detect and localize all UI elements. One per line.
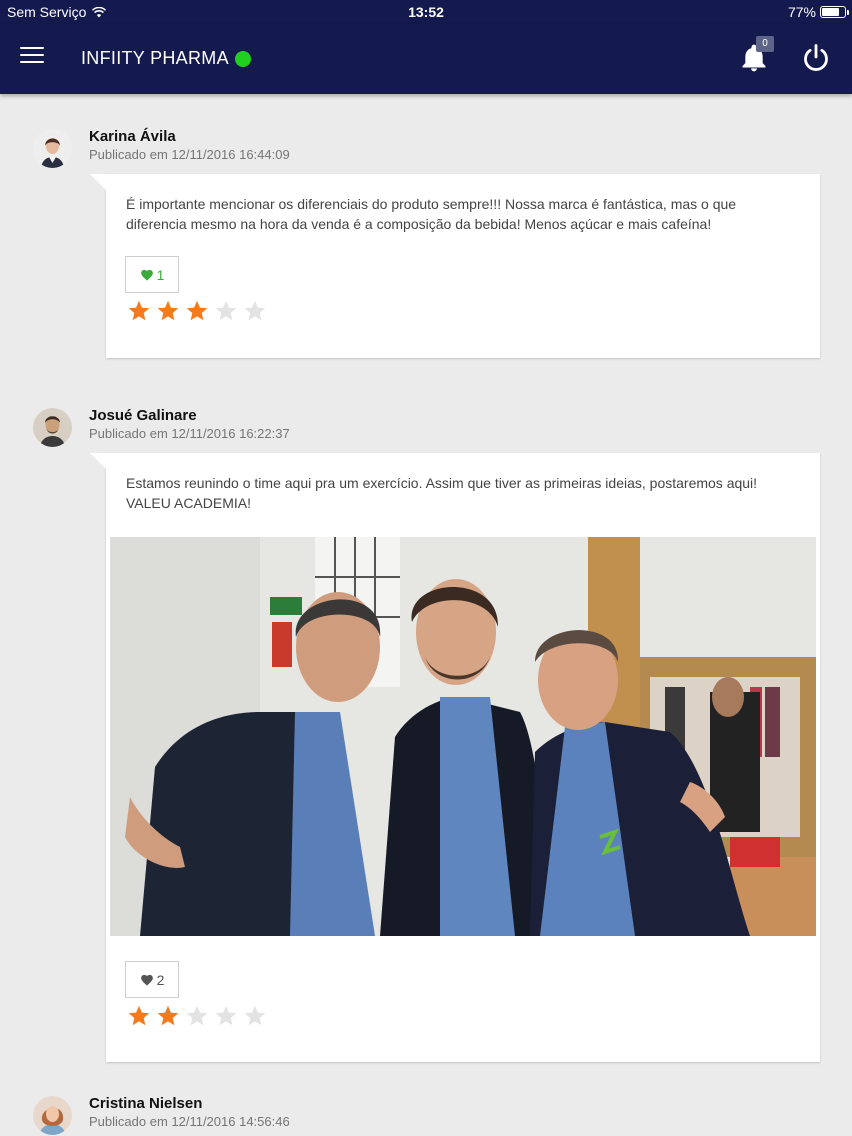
post-author[interactable]: Karina Ávila [89, 127, 290, 147]
battery-indicator: 77% [787, 4, 849, 20]
hamburger-menu-icon[interactable] [20, 47, 44, 67]
post-author[interactable]: Cristina Nielsen [89, 1094, 290, 1114]
star-filled-icon[interactable] [156, 299, 180, 323]
star-rating[interactable] [127, 299, 267, 323]
avatar[interactable] [33, 1096, 72, 1135]
avatar[interactable] [33, 408, 72, 447]
star-empty-icon[interactable] [214, 1004, 238, 1028]
post-card: É importante mencionar os diferenciais d… [90, 174, 820, 358]
post-author[interactable]: Josué Galinare [89, 406, 290, 426]
app-title-label: INFIITY PHARMA [81, 48, 229, 68]
avatar-image [33, 1096, 72, 1135]
star-filled-icon[interactable] [127, 1004, 151, 1028]
star-rating[interactable] [127, 1004, 267, 1028]
notifications-count-badge: 0 [756, 36, 774, 52]
like-button[interactable]: 2 [125, 961, 179, 998]
post-header: Karina Ávila Publicado em 12/11/2016 16:… [33, 127, 290, 168]
status-time: 13:52 [408, 4, 444, 20]
star-empty-icon[interactable] [243, 299, 267, 323]
star-filled-icon[interactable] [127, 299, 151, 323]
post-timestamp: Publicado em 12/11/2016 16:22:37 [89, 426, 290, 441]
avatar[interactable] [33, 129, 72, 168]
star-filled-icon[interactable] [185, 299, 209, 323]
status-bar: Sem Serviço 13:52 77% [0, 0, 852, 24]
battery-percentage: 77% [787, 4, 816, 20]
post-header: Josué Galinare Publicado em 12/11/2016 1… [33, 406, 290, 447]
post-timestamp: Publicado em 12/11/2016 14:56:46 [89, 1114, 290, 1129]
like-count: 2 [156, 971, 165, 988]
post-timestamp: Publicado em 12/11/2016 16:44:09 [89, 147, 290, 162]
battery-icon [820, 6, 849, 18]
heart-icon [140, 974, 153, 986]
app-title: INFIITY PHARMA [81, 48, 251, 69]
like-count: 1 [156, 266, 165, 283]
online-status-dot [234, 50, 251, 67]
post-photo[interactable] [110, 537, 816, 936]
post-photo-image [110, 537, 816, 936]
star-empty-icon[interactable] [214, 299, 238, 323]
post-text: É importante mencionar os diferenciais d… [126, 196, 737, 232]
post-text: Estamos reunindo o time aqui pra um exer… [126, 475, 758, 511]
power-button[interactable] [800, 42, 832, 74]
heart-icon [140, 269, 153, 281]
like-button[interactable]: 1 [125, 256, 179, 293]
star-filled-icon[interactable] [156, 1004, 180, 1028]
post-card: Estamos reunindo o time aqui pra um exer… [90, 453, 820, 1062]
battery-fill [822, 8, 839, 16]
avatar-image [33, 129, 72, 168]
app-header: INFIITY PHARMA 0 [0, 24, 852, 94]
star-empty-icon[interactable] [185, 1004, 209, 1028]
power-icon [804, 44, 828, 71]
post-header: Cristina Nielsen Publicado em 12/11/2016… [33, 1094, 290, 1135]
avatar-image [33, 408, 72, 447]
star-empty-icon[interactable] [243, 1004, 267, 1028]
